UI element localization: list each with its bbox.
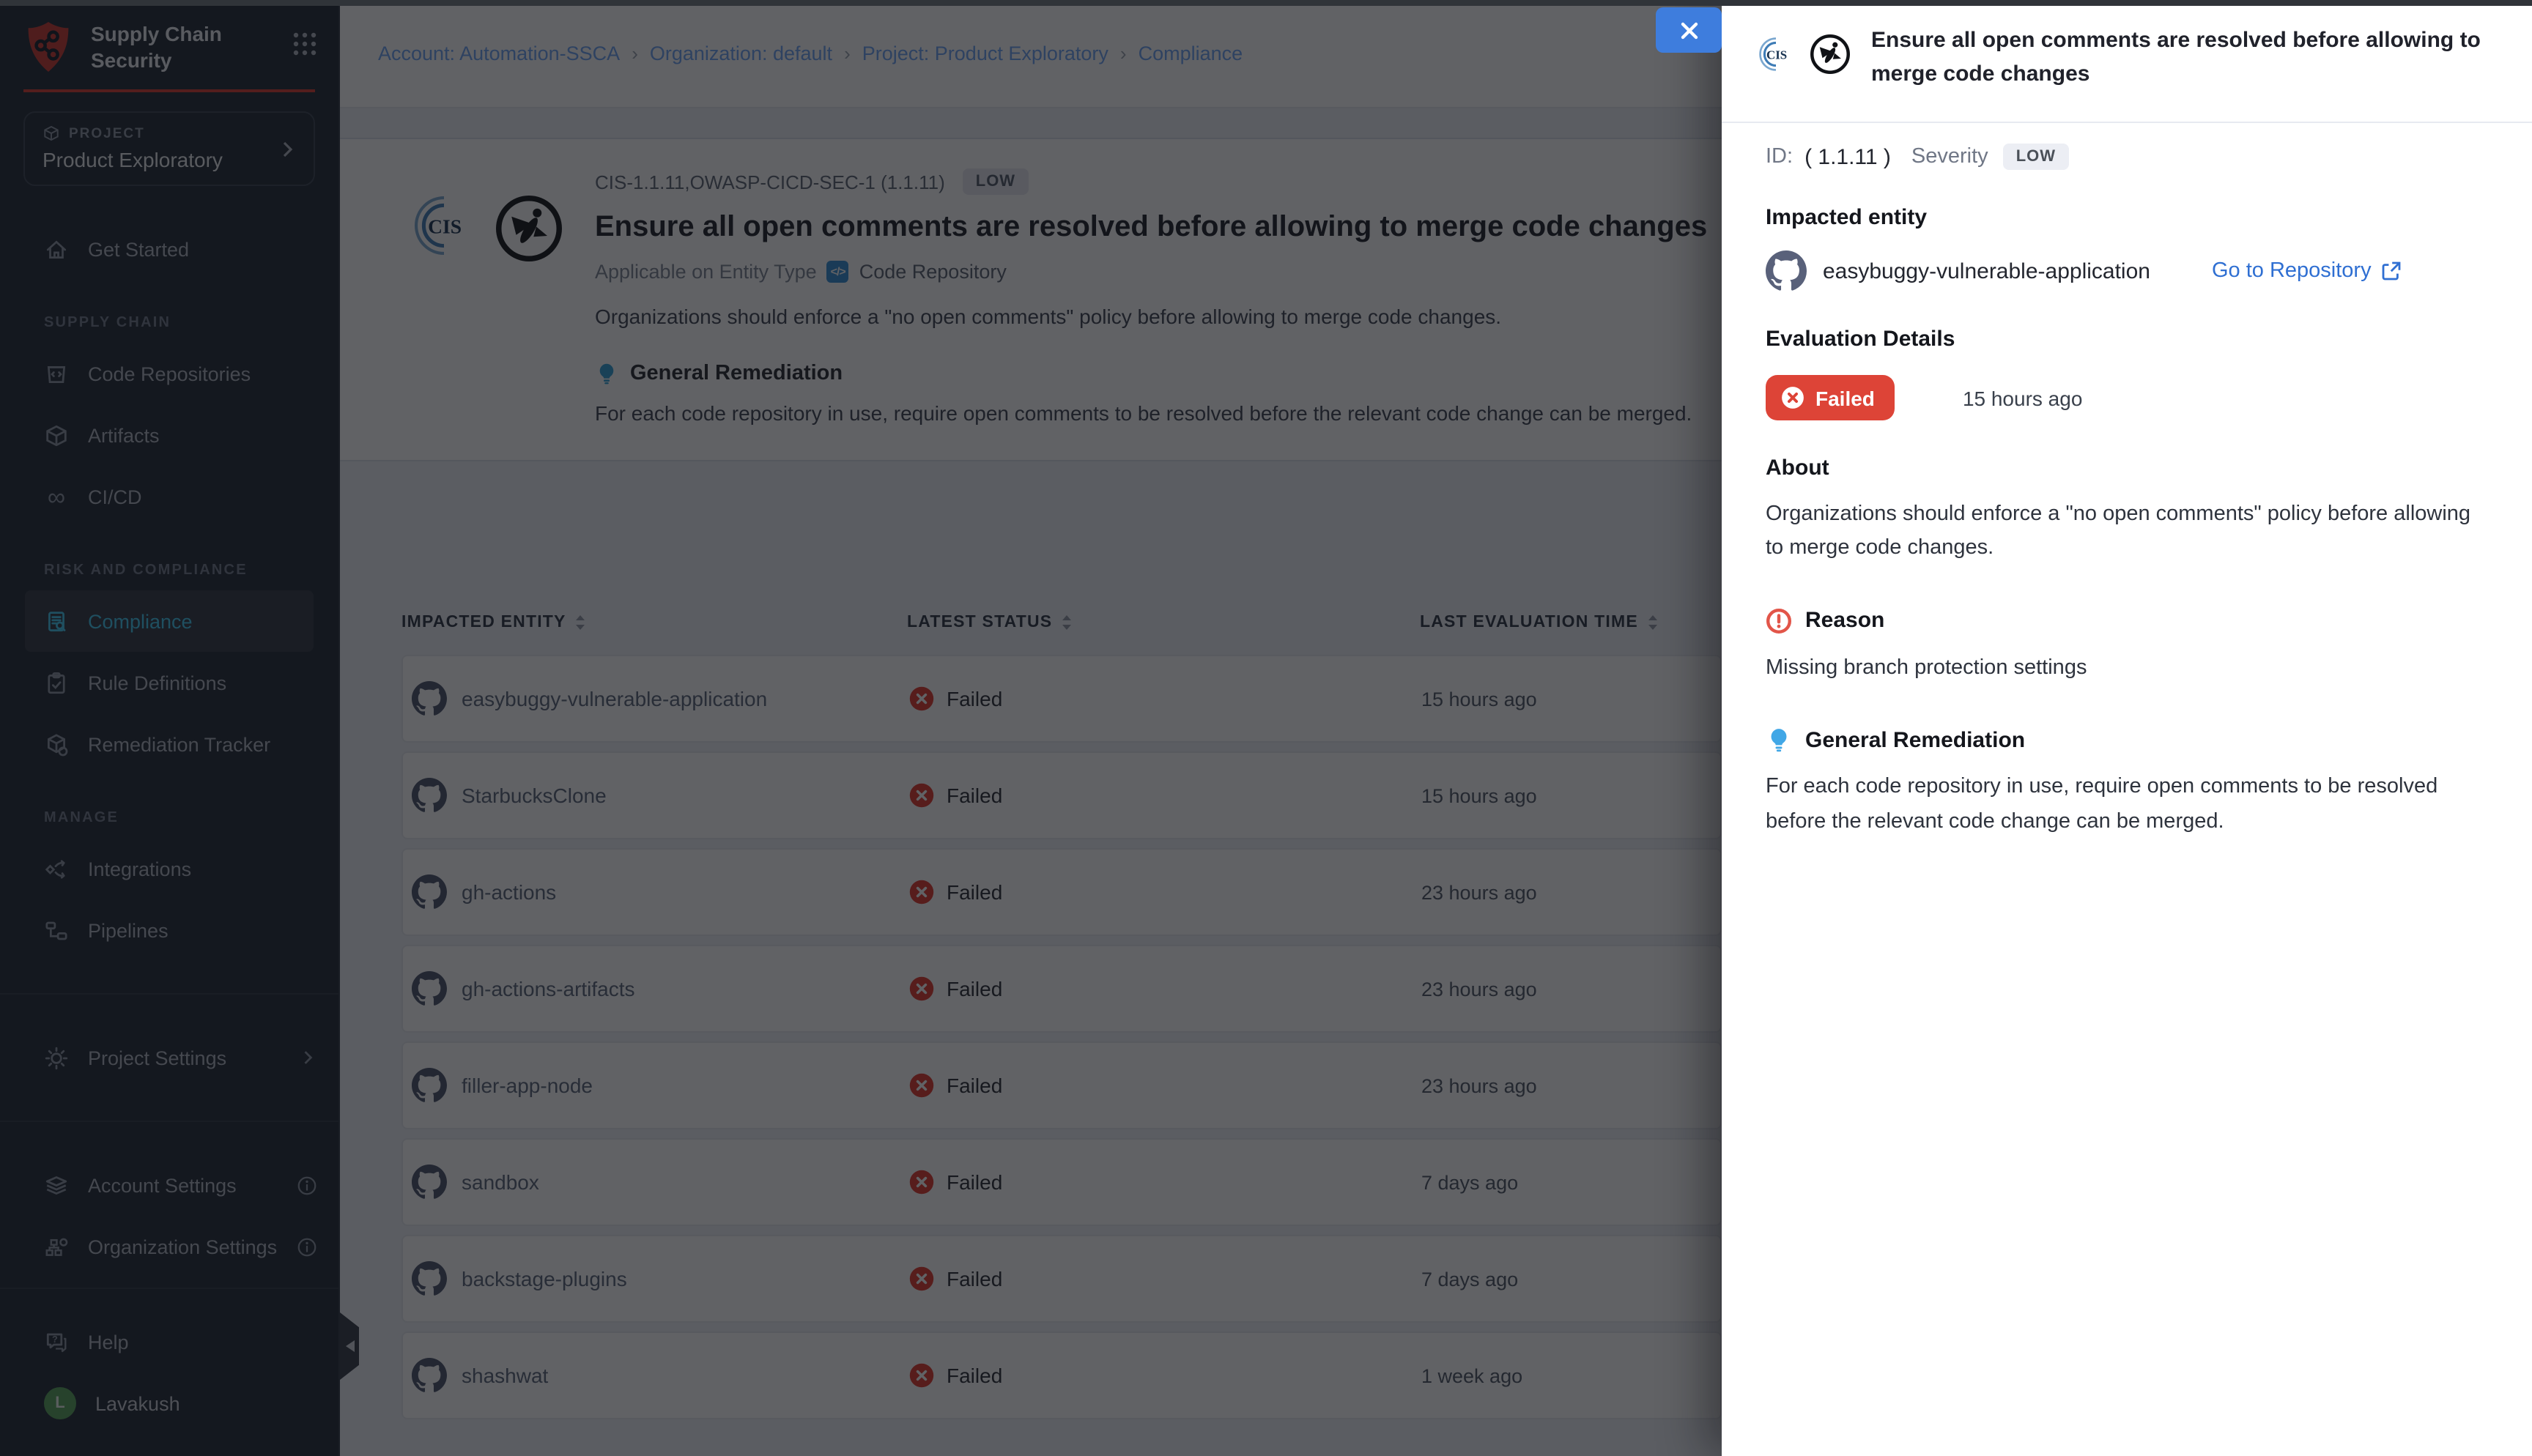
standard-logos: CIS (1757, 23, 1852, 76)
evaluation-time: 15 hours ago (1963, 386, 2082, 409)
external-link-icon (2382, 261, 2402, 281)
svg-text:CIS: CIS (1766, 48, 1787, 62)
reason-heading: Reason (1805, 609, 1884, 634)
severity-label: Severity (1911, 145, 1988, 168)
about-text: Organizations should enforce a "no open … (1766, 498, 2491, 567)
evaluation-details-heading: Evaluation Details (1766, 327, 2491, 352)
drawer-body: ID: ( 1.1.11 ) Severity LOW Impacted ent… (1722, 144, 2532, 840)
owasp-logo (1808, 32, 1852, 76)
modal-dim-overlay (0, 0, 1722, 1456)
cis-logo: CIS (1757, 35, 1795, 73)
drawer-header: CIS Ensure all open comments are resolve… (1722, 0, 2532, 123)
entity-name: easybuggy-vulnerable-application (1823, 259, 2150, 283)
close-icon (1678, 20, 1699, 40)
failed-icon (1780, 385, 1805, 410)
general-remediation-text: For each code repository in use, require… (1766, 771, 2491, 840)
general-remediation-heading: General Remediation (1805, 728, 2025, 753)
id-value: ( 1.1.11 ) (1804, 144, 1891, 169)
github-icon (1766, 250, 1807, 291)
about-heading: About (1766, 456, 2491, 480)
severity-badge: LOW (2003, 144, 2069, 170)
go-to-repository-link[interactable]: Go to Repository (2212, 259, 2402, 283)
close-drawer-button[interactable] (1656, 7, 1722, 53)
impacted-entity-heading: Impacted entity (1766, 205, 2491, 230)
window-top-edge (0, 0, 2532, 6)
lightbulb-icon (1766, 727, 1792, 754)
app-window: Supply Chain Security PROJECT Product Ex… (0, 0, 2532, 1456)
id-label: ID: (1766, 145, 1793, 168)
failed-status-badge: Failed (1766, 375, 1895, 420)
drawer-title: Ensure all open comments are resolved be… (1871, 23, 2509, 92)
reason-alert-icon (1766, 608, 1792, 634)
reason-text: Missing branch protection settings (1766, 652, 2491, 686)
rule-details-drawer: CIS Ensure all open comments are resolve… (1722, 0, 2532, 1456)
